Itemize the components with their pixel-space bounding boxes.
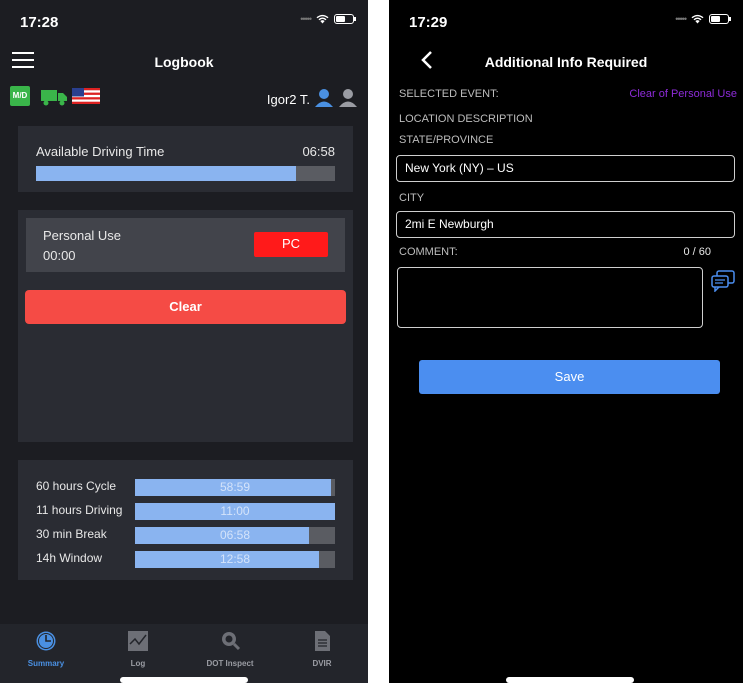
wifi-icon <box>691 14 704 24</box>
selected-event-value: Clear of Personal Use <box>629 88 737 100</box>
document-icon <box>315 631 330 651</box>
codriver-user-icon[interactable] <box>338 88 358 108</box>
driver-name: Igor2 T. <box>266 92 310 107</box>
page-title: Logbook <box>154 54 214 70</box>
city-label: CITY <box>399 192 425 204</box>
state-label: STATE/PROVINCE <box>399 134 494 146</box>
hours-bar: 11:00 <box>135 503 335 520</box>
logbook-screen: 17:28 ••••• Logbook M/D Igor2 T. Availab… <box>0 0 368 683</box>
nav-bar: Additional Info Required <box>389 44 743 80</box>
comment-counter: 0 / 60 <box>683 246 711 258</box>
driver-user-icon[interactable] <box>314 88 334 108</box>
tab-dvir[interactable]: DVIR <box>276 624 368 683</box>
status-icons: ••••• <box>300 14 356 24</box>
hours-row-cycle: 60 hours Cycle 58:59 <box>18 478 353 496</box>
tab-bar: Summary Log DOT Inspect DVIR <box>0 624 368 683</box>
status-time: 17:28 <box>20 14 59 31</box>
hours-label: 14h Window <box>36 551 103 565</box>
tab-label: Log <box>130 659 146 668</box>
hours-bar: 06:58 <box>135 527 335 544</box>
status-bar: 17:28 ••••• <box>0 0 368 40</box>
available-driving-fill <box>36 166 297 181</box>
hours-card: 60 hours Cycle 58:59 11 hours Driving 11… <box>18 460 353 580</box>
graph-icon <box>128 631 148 651</box>
tab-label: DOT Inspect <box>206 659 254 668</box>
city-field[interactable]: 2mi E Newburgh <box>396 211 735 238</box>
personal-use-card: Personal Use 00:00 PC Clear <box>18 210 353 442</box>
status-bar: 17:29 ••••• <box>389 0 743 40</box>
nav-bar: Logbook <box>0 44 368 80</box>
hours-row-break: 30 min Break 06:58 <box>18 526 353 544</box>
hours-value: 11:00 <box>220 504 250 518</box>
chat-bubble-icon[interactable] <box>711 270 735 292</box>
tab-log[interactable]: Log <box>92 624 184 683</box>
save-button[interactable]: Save <box>419 360 720 394</box>
pc-button[interactable]: PC <box>254 232 328 257</box>
status-time: 17:29 <box>409 14 448 31</box>
selected-event-label: SELECTED EVENT: <box>399 88 499 100</box>
available-driving-label: Available Driving Time <box>36 144 165 159</box>
tab-label: Summary <box>27 659 65 668</box>
tab-dot-inspect[interactable]: DOT Inspect <box>184 624 276 683</box>
hours-bar: 12:58 <box>135 551 335 568</box>
signal-icon: ••••• <box>675 14 687 24</box>
battery-icon <box>334 14 356 24</box>
tab-label: DVIR <box>312 659 332 668</box>
available-driving-value: 06:58 <box>302 144 335 159</box>
md-icon[interactable]: M/D <box>10 86 30 106</box>
hours-bar: 58:59 <box>135 479 335 496</box>
personal-use-time: 00:00 <box>43 248 76 263</box>
us-flag-icon[interactable] <box>72 88 100 104</box>
hours-row-window: 14h Window 12:58 <box>18 550 353 568</box>
state-field[interactable]: New York (NY) – US <box>396 155 735 182</box>
clear-button[interactable]: Clear <box>25 290 346 324</box>
status-icon-row: M/D Igor2 T. <box>0 84 368 112</box>
battery-icon <box>709 14 731 24</box>
available-driving-card: Available Driving Time 06:58 <box>18 126 353 192</box>
signal-icon: ••••• <box>300 14 312 24</box>
personal-use-status: Personal Use 00:00 PC <box>26 218 345 272</box>
truck-icon[interactable] <box>40 88 68 106</box>
additional-info-screen: 17:29 ••••• Additional Info Required SEL… <box>389 0 743 683</box>
hours-row-driving: 11 hours Driving 11:00 <box>18 502 353 520</box>
hours-label: 30 min Break <box>36 527 107 541</box>
hours-label: 60 hours Cycle <box>36 479 117 493</box>
home-indicator <box>506 677 634 683</box>
hours-value: 58:59 <box>219 480 251 494</box>
status-icons: ••••• <box>675 14 731 24</box>
tab-summary[interactable]: Summary <box>0 624 92 683</box>
page-title: Additional Info Required <box>484 54 648 70</box>
wifi-icon <box>316 14 329 24</box>
location-description-label: LOCATION DESCRIPTION <box>399 113 533 125</box>
magnifier-icon <box>222 632 241 651</box>
home-indicator <box>120 677 248 683</box>
comment-field[interactable] <box>397 267 703 328</box>
personal-use-label: Personal Use <box>43 228 122 243</box>
hours-label: 11 hours Driving <box>36 503 123 517</box>
hours-value: 06:58 <box>219 528 251 542</box>
available-driving-bar <box>36 166 335 181</box>
comment-label: COMMENT: <box>399 246 458 258</box>
clock-icon <box>36 631 56 651</box>
hours-value: 12:58 <box>219 552 251 566</box>
